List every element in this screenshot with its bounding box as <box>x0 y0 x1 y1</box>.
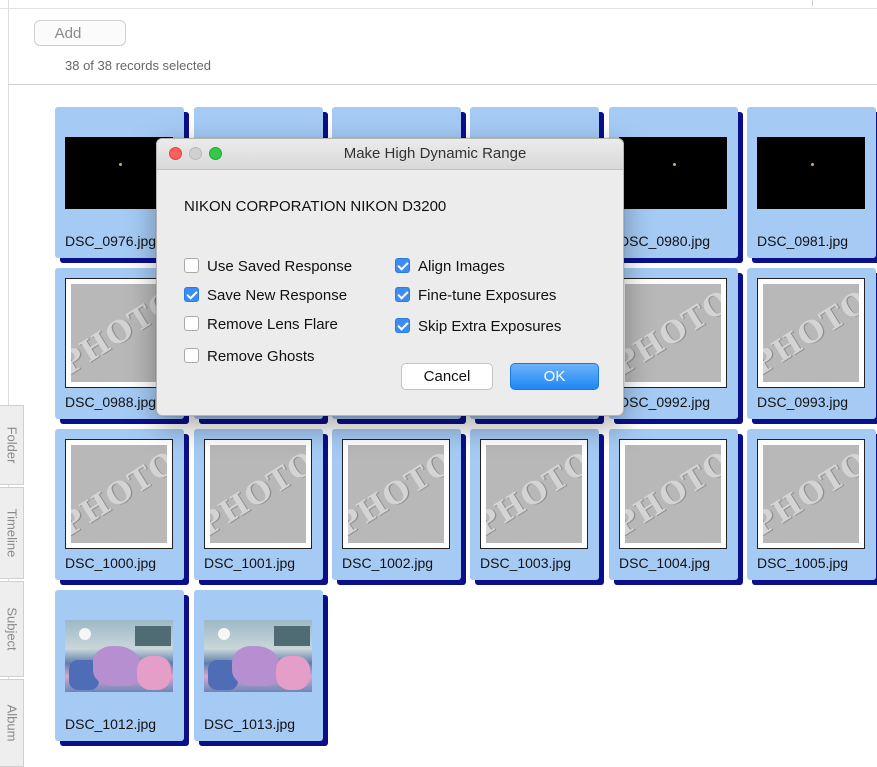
file-name: DSC_0981.jpg <box>757 233 849 249</box>
photo-placeholder: PHOTO <box>65 439 173 549</box>
file-name: DSC_0993.jpg <box>757 394 849 410</box>
thumbnail-tile[interactable]: PHOTO DSC_1005.jpg <box>747 429 876 580</box>
image-thumbnail <box>65 620 173 692</box>
add-button[interactable]: Add <box>34 20 126 46</box>
tab-folder[interactable]: Folder <box>0 405 24 485</box>
checkbox-label: Save New Response <box>207 287 348 304</box>
dialog-titlebar: Make High Dynamic Range <box>157 139 623 170</box>
photo-placeholder-word: PHOTO <box>625 284 721 382</box>
photo-placeholder-word: PHOTO <box>348 445 444 543</box>
align-images-checkbox[interactable]: Align Images <box>395 258 505 276</box>
camera-model: NIKON CORPORATION NIKON D3200 <box>184 198 447 215</box>
photo-placeholder: PHOTO <box>342 439 450 549</box>
checkbox-checked-icon <box>395 287 410 302</box>
checkbox-label: Use Saved Response <box>207 258 353 275</box>
photo-placeholder-word: PHOTO <box>71 445 167 543</box>
photo-placeholder-word: PHOTO <box>763 445 859 543</box>
thumbnail-tile[interactable]: PHOTO DSC_1003.jpg <box>470 429 599 580</box>
photo-placeholder: PHOTO <box>619 278 727 388</box>
checkbox-label: Align Images <box>418 258 505 275</box>
checkbox-unchecked-icon <box>184 348 199 363</box>
tab-timeline-label: Timeline <box>4 508 19 558</box>
file-name: DSC_1003.jpg <box>480 555 572 571</box>
photo-placeholder-word: PHOTO <box>210 445 306 543</box>
file-name: DSC_1002.jpg <box>342 555 434 571</box>
use-saved-response-checkbox[interactable]: Use Saved Response <box>184 258 352 276</box>
checkbox-label: Remove Lens Flare <box>207 316 338 333</box>
checkbox-checked-icon <box>184 287 199 302</box>
thumbnail-tile[interactable]: PHOTO DSC_1001.jpg <box>194 429 323 580</box>
photo-placeholder: PHOTO <box>204 439 312 549</box>
image-thumbnail <box>204 620 312 692</box>
photo-placeholder-word: PHOTO <box>486 445 582 543</box>
photo-placeholder: PHOTO <box>480 439 588 549</box>
thumbnail-tile[interactable]: PHOTO DSC_1004.jpg <box>609 429 738 580</box>
checkbox-checked-icon <box>395 258 410 273</box>
tab-subject[interactable]: Subject <box>0 581 24 677</box>
cancel-button[interactable]: Cancel <box>401 363 493 390</box>
top-edge-tick <box>812 0 813 6</box>
file-name: DSC_1013.jpg <box>204 716 296 732</box>
thumbnail-tile[interactable]: DSC_0980.jpg <box>609 107 738 258</box>
thumbnail-tile[interactable]: PHOTO DSC_1002.jpg <box>332 429 461 580</box>
records-selected-status: 38 of 38 records selected <box>65 58 211 73</box>
side-tabs: Folder Timeline Subject Album <box>0 405 26 767</box>
file-name: DSC_0980.jpg <box>619 233 711 249</box>
checkbox-unchecked-icon <box>184 258 199 273</box>
checkbox-unchecked-icon <box>184 316 199 331</box>
skip-extra-exposures-checkbox[interactable]: Skip Extra Exposures <box>395 318 561 336</box>
checkbox-label: Fine-tune Exposures <box>418 287 557 304</box>
hdr-dialog: Make High Dynamic Range NIKON CORPORATIO… <box>156 138 624 416</box>
image-thumbnail <box>619 137 727 209</box>
tab-timeline[interactable]: Timeline <box>0 487 24 579</box>
remove-ghosts-checkbox[interactable]: Remove Ghosts <box>184 348 315 366</box>
file-name: DSC_1012.jpg <box>65 716 157 732</box>
photo-placeholder: PHOTO <box>619 439 727 549</box>
file-name: DSC_0976.jpg <box>65 233 157 249</box>
file-name: DSC_1004.jpg <box>619 555 711 571</box>
checkbox-label: Remove Ghosts <box>207 348 315 365</box>
checkbox-label: Skip Extra Exposures <box>418 318 562 335</box>
tab-folder-label: Folder <box>4 426 19 464</box>
photo-placeholder: PHOTO <box>757 439 865 549</box>
file-name: DSC_1001.jpg <box>204 555 296 571</box>
top-edge <box>0 0 877 9</box>
thumbnail-tile[interactable]: PHOTO DSC_1000.jpg <box>55 429 184 580</box>
photo-placeholder-word: PHOTO <box>625 445 721 543</box>
dialog-title: Make High Dynamic Range <box>343 145 527 162</box>
remove-lens-flare-checkbox[interactable]: Remove Lens Flare <box>184 316 338 334</box>
photo-placeholder-word: PHOTO <box>71 284 167 382</box>
file-name: DSC_1005.jpg <box>757 555 849 571</box>
tab-album-label: Album <box>4 704 19 742</box>
thumbnail-tile[interactable]: DSC_1012.jpg <box>55 590 184 741</box>
file-name: DSC_1000.jpg <box>65 555 157 571</box>
photo-placeholder-word: PHOTO <box>763 284 859 382</box>
photo-placeholder: PHOTO <box>757 278 865 388</box>
thumbnail-tile[interactable]: DSC_0981.jpg <box>747 107 876 258</box>
thumbnail-tile[interactable]: DSC_1013.jpg <box>194 590 323 741</box>
tab-subject-label: Subject <box>4 607 19 651</box>
add-button-label: Add <box>54 25 82 42</box>
file-name: DSC_0988.jpg <box>65 394 157 410</box>
file-name: DSC_0992.jpg <box>619 394 711 410</box>
thumbnail-tile[interactable]: PHOTO DSC_0993.jpg <box>747 268 876 419</box>
ok-button[interactable]: OK <box>510 363 599 390</box>
thumbnail-tile[interactable]: PHOTO DSC_0992.jpg <box>609 268 738 419</box>
image-thumbnail <box>757 137 865 209</box>
fine-tune-exposures-checkbox[interactable]: Fine-tune Exposures <box>395 287 556 305</box>
save-new-response-checkbox[interactable]: Save New Response <box>184 287 347 305</box>
toolbar-separator <box>8 84 877 85</box>
tab-album[interactable]: Album <box>0 679 24 767</box>
checkbox-checked-icon <box>395 318 410 333</box>
